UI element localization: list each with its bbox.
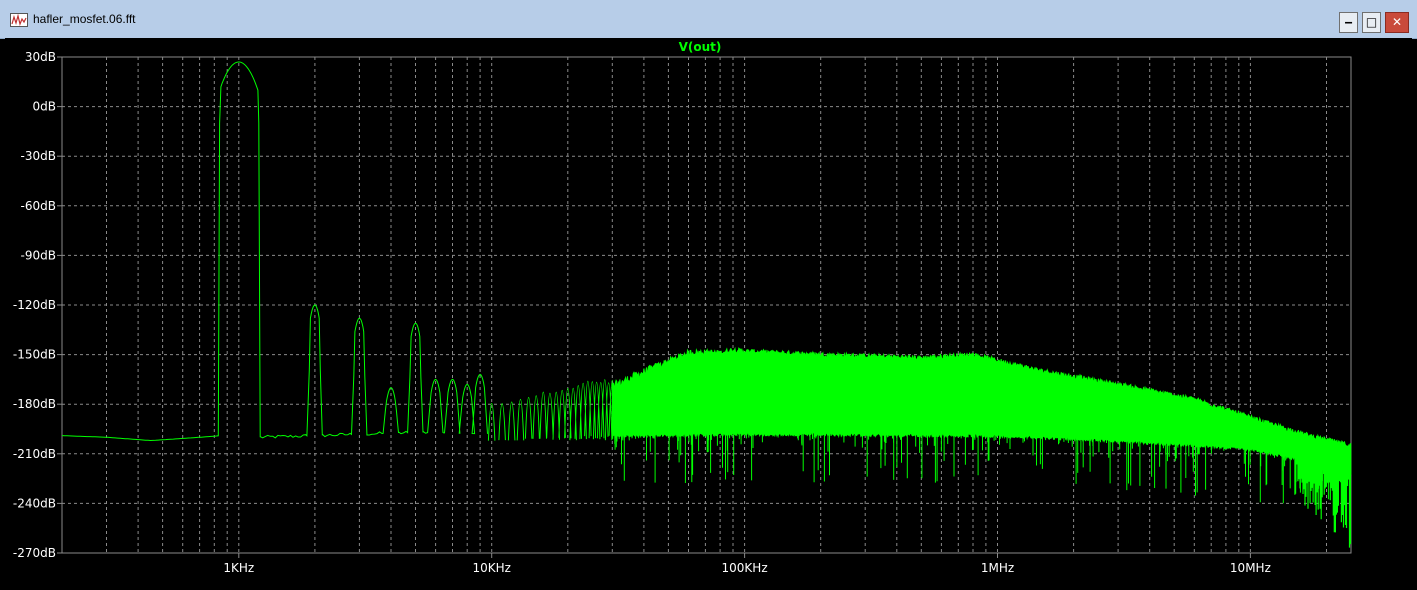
y-tick-label: -240dB	[13, 496, 56, 510]
x-tick-label: 1MHz	[981, 561, 1014, 575]
y-tick-label: -210dB	[13, 447, 56, 461]
y-tick-label: -120dB	[13, 298, 56, 312]
trace-low-frequency[interactable]	[61, 61, 488, 442]
y-tick-label: -30dB	[21, 149, 56, 163]
waveform-app-icon	[10, 13, 28, 27]
close-icon: ✕	[1391, 15, 1403, 29]
y-tick-label: -90dB	[21, 248, 56, 262]
plot-grid	[61, 56, 1352, 554]
minimize-button[interactable]: ‒	[1339, 12, 1358, 33]
plot-pane[interactable]: 30dB 0dB -30dB -60dB -90dB -120dB -150dB -180dB…	[5, 38, 1412, 585]
close-button[interactable]: ✕	[1385, 12, 1409, 33]
maximize-icon: □	[1365, 15, 1378, 29]
fft-plot[interactable]: 30dB 0dB -30dB -60dB -90dB -120dB -150dB -180dB…	[5, 38, 1412, 585]
title-bar[interactable]: hafler_mosfet.06.fft ‒ □ ✕	[0, 0, 1417, 39]
y-tick-label: 0dB	[33, 100, 56, 114]
window-title: hafler_mosfet.06.fft	[33, 12, 136, 26]
trace-rolloff-tail[interactable]	[1294, 455, 1352, 548]
x-tick-label: 10KHz	[472, 561, 510, 575]
chart-title[interactable]: V(out)	[679, 40, 722, 54]
x-tick-label: 1KHz	[223, 561, 254, 575]
y-tick-label: -270dB	[13, 546, 56, 560]
trace-dense-spectrum[interactable]	[611, 346, 1352, 476]
ltspice-fft-window: hafler_mosfet.06.fft ‒ □ ✕ 30dB 0dB -30dB -…	[0, 0, 1417, 590]
y-tick-label: -180dB	[13, 397, 56, 411]
minimize-icon: ‒	[1344, 15, 1353, 29]
y-tick-label: 30dB	[25, 50, 56, 64]
x-tick-label: 10MHz	[1230, 561, 1271, 575]
y-tick-label: -60dB	[21, 199, 56, 213]
plot-axes: 30dB 0dB -30dB -60dB -90dB -120dB -150dB -180dB…	[13, 50, 1271, 575]
maximize-button[interactable]: □	[1362, 12, 1381, 33]
y-tick-label: -150dB	[13, 348, 56, 362]
x-tick-label: 100KHz	[722, 561, 768, 575]
